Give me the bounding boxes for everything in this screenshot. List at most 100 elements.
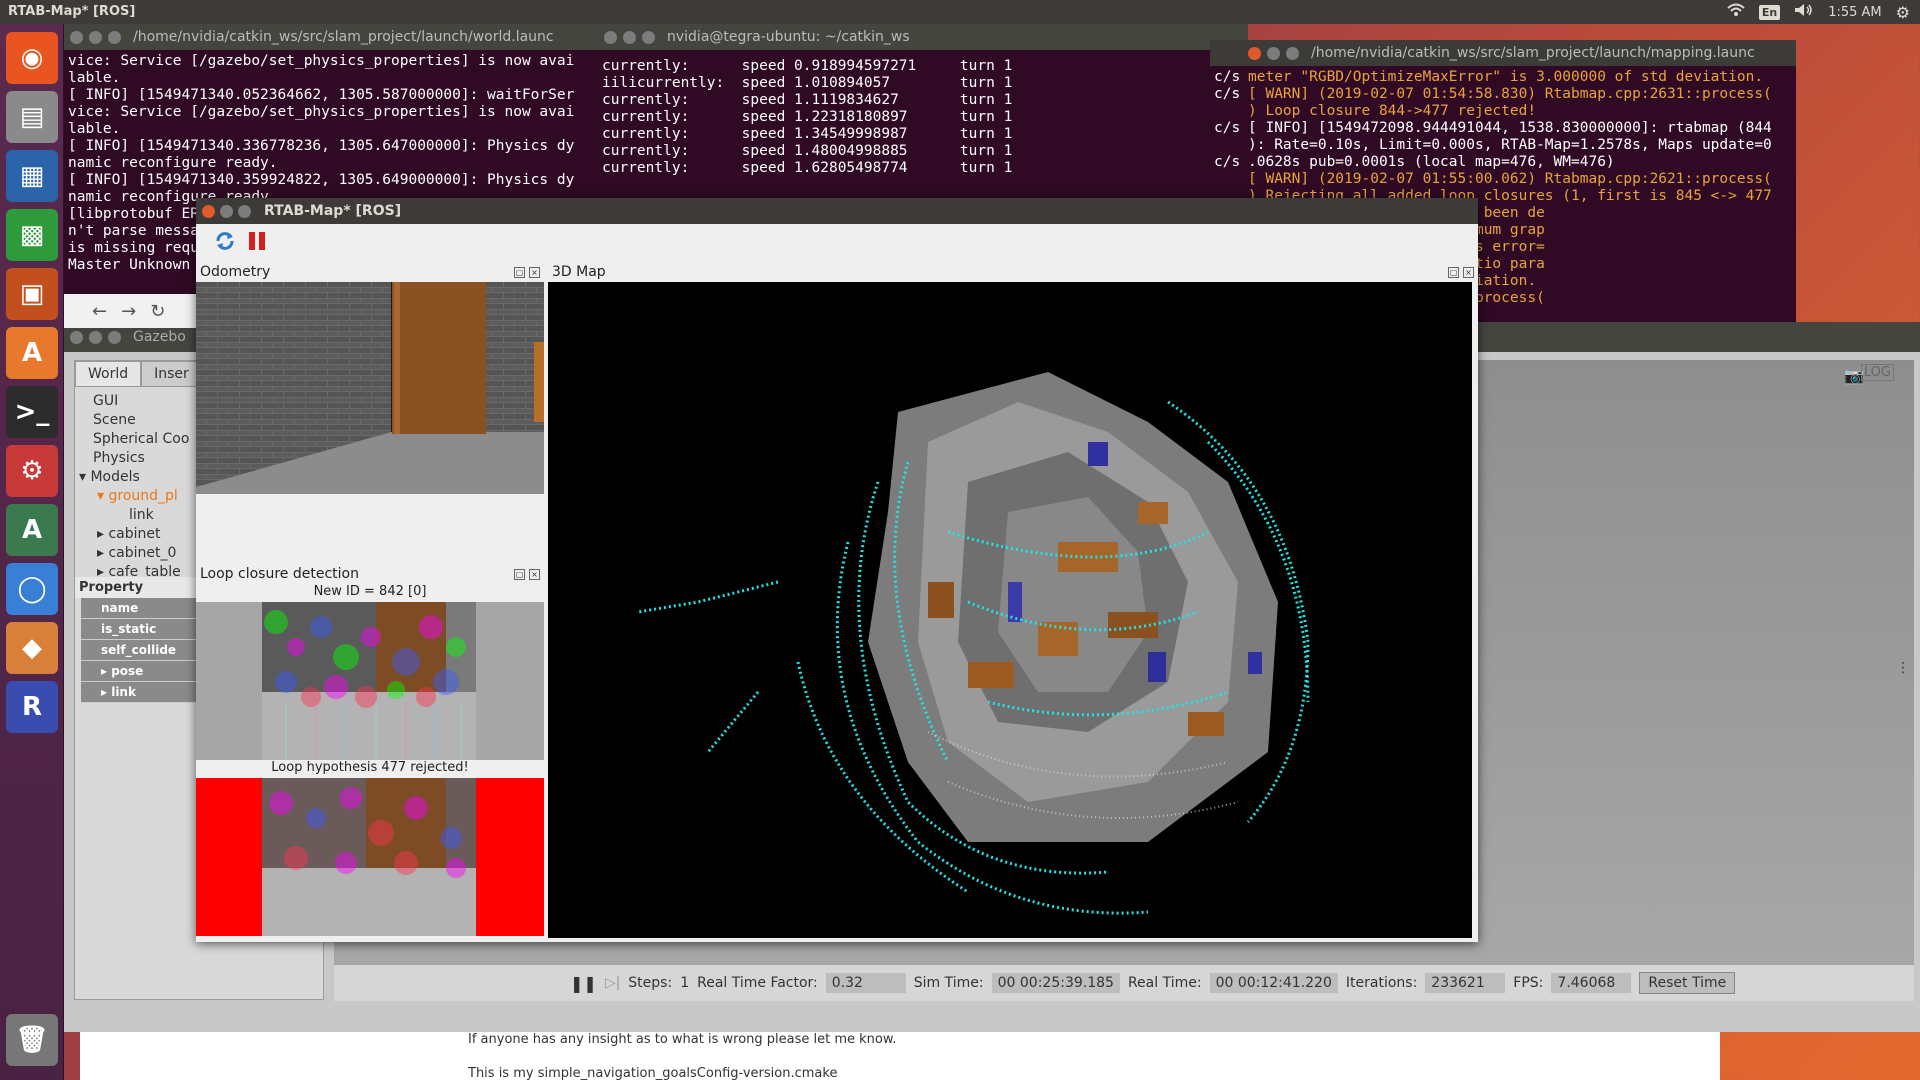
rtabmap-window[interactable]: RTAB-Map* [ROS] Odometry ▢ × Loop closur…	[196, 198, 1478, 942]
clock[interactable]: 1:55 AM	[1828, 5, 1881, 20]
terminal-titlebar[interactable]: nvidia@tegra-ubuntu: ~/catkin_ws	[598, 24, 1248, 50]
wifi-icon[interactable]	[1727, 3, 1745, 21]
loop-closure-dock-title: Loop closure detection	[200, 566, 359, 582]
minimize-icon[interactable]	[220, 204, 233, 218]
rtabmap-title: RTAB-Map* [ROS]	[264, 203, 402, 219]
system-settings-icon[interactable]: ⚙	[6, 445, 58, 497]
back-icon[interactable]: ←	[92, 301, 107, 322]
browser-text-line: If anyone has any insight as to what is …	[468, 1032, 897, 1047]
refresh-icon[interactable]	[214, 230, 236, 256]
software-updater-icon[interactable]: A	[6, 504, 58, 556]
keyboard-layout-indicator[interactable]: En	[1758, 4, 1781, 20]
close-icon[interactable]: ×	[1463, 266, 1474, 278]
iterations-label: Iterations:	[1345, 975, 1418, 991]
ubuntu-dash-icon[interactable]: ◉	[6, 32, 58, 84]
new-id-label: New ID = 842 [0]	[313, 584, 427, 599]
steps-spinner[interactable]: 1	[680, 975, 689, 991]
fps-label: FPS:	[1513, 975, 1544, 991]
terminal-title: /home/nvidia/catkin_ws/src/slam_project/…	[1311, 44, 1755, 61]
sim-time-value: 00 00:25:39.185	[991, 973, 1120, 993]
trash-icon[interactable]: 🗑	[6, 1014, 58, 1066]
map-3d-dock: 3D Map ▢ ×	[548, 262, 1478, 942]
real-time-value: 00 00:12:41.220	[1209, 973, 1338, 993]
minimize-icon[interactable]	[89, 30, 102, 44]
terminal-line: .0628s pub=0.0001s (local map=476, WM=47…	[1248, 154, 1615, 170]
odometry-dock-title: Odometry	[200, 264, 271, 280]
map-3d-dock-title: 3D Map	[552, 264, 606, 280]
loop-closure-dock: Loop closure detection ▢ × New ID = 842 […	[196, 564, 544, 942]
iterations-value: 233621	[1425, 973, 1506, 993]
terminal-output: currently: speed 0.918994597271 turn 1 i…	[602, 58, 1013, 176]
maximize-icon[interactable]	[642, 30, 655, 44]
terminal-title: /home/nvidia/catkin_ws/src/slam_project/…	[133, 28, 554, 45]
maximize-icon[interactable]	[108, 330, 121, 344]
maximize-icon[interactable]	[238, 204, 251, 218]
tab-world[interactable]: World	[75, 361, 142, 387]
loop-hypothesis-label: Loop hypothesis 477 rejected!	[196, 760, 544, 778]
gazebo-title: Gazebo	[133, 329, 186, 345]
active-app-title: RTAB-Map* [ROS]	[8, 4, 136, 19]
maximize-icon[interactable]	[108, 30, 121, 44]
terminal-line: ) Loop closure 844->477 rejected!	[1248, 103, 1537, 119]
tab-insert[interactable]: Inser	[141, 361, 202, 387]
close-icon[interactable]	[70, 330, 83, 344]
odometry-camera-view	[196, 282, 544, 494]
rtf-label: Real Time Factor:	[697, 975, 818, 991]
rtabmap-toolbar	[196, 224, 1478, 262]
pause-icon[interactable]	[246, 230, 268, 256]
volume-icon[interactable]	[1794, 3, 1814, 21]
rtf-value: 0.32	[825, 973, 906, 993]
writer-icon[interactable]: ▦	[6, 150, 58, 202]
virtualbox-icon[interactable]: ◆	[6, 622, 58, 674]
close-icon[interactable]: ×	[529, 568, 540, 580]
close-icon[interactable]	[70, 30, 83, 44]
rstudio-icon[interactable]: R	[6, 681, 58, 733]
close-icon[interactable]	[202, 204, 215, 218]
software-center-icon[interactable]: A	[6, 327, 58, 379]
top-panel: RTAB-Map* [ROS] En 1:55 AM ⚙	[0, 0, 1920, 24]
terminal-line: ): Rate=0.10s, Limit=0.000s, RTAB-Map=1.…	[1248, 137, 1772, 153]
calc-icon[interactable]: ▩	[6, 209, 58, 261]
launcher: ◉ ▤ ▦ ▩ ▣ A >_ ⚙ A ◯ ◆ R 🗑	[0, 24, 64, 1080]
maximize-icon[interactable]	[1286, 46, 1299, 60]
terminal-icon[interactable]: >_	[6, 386, 58, 438]
reset-time-button[interactable]: Reset Time	[1639, 972, 1736, 994]
gear-icon[interactable]: ⚙	[1896, 3, 1910, 22]
terminal-catkin-ws[interactable]: nvidia@tegra-ubuntu: ~/catkin_ws current…	[598, 24, 1248, 204]
steps-label: Steps:	[628, 975, 673, 991]
fps-value: 7.46068	[1551, 973, 1632, 993]
chromium-icon[interactable]: ◯	[6, 563, 58, 615]
float-icon[interactable]: ▢	[1448, 266, 1459, 278]
odometry-dock: Odometry ▢ ×	[196, 262, 544, 494]
close-icon[interactable]: ×	[529, 266, 540, 278]
pause-icon[interactable]: ❚❚	[570, 974, 597, 993]
forward-icon[interactable]: →	[121, 301, 136, 322]
new-image-view	[196, 602, 544, 760]
loop-image-view	[196, 778, 544, 936]
terminal-line: [ WARN] (2019-02-07 01:54:58.830) Rtabma…	[1248, 86, 1772, 102]
panel-handle-icon[interactable]: ⋮	[1896, 660, 1910, 676]
terminal-titlebar[interactable]: /home/nvidia/catkin_ws/src/slam_project/…	[1210, 40, 1796, 66]
gazebo-time-panel: ❚❚ ▷| Steps: 1 Real Time Factor: 0.32 Si…	[334, 965, 1914, 1001]
browser-text-line: This is my simple_navigation_goalsConfig…	[468, 1066, 838, 1080]
terminal-titlebar[interactable]: /home/nvidia/catkin_ws/src/slam_project/…	[64, 24, 604, 50]
browser-page: If anyone has any insight as to what is …	[80, 1032, 1720, 1080]
terminal-title: nvidia@tegra-ubuntu: ~/catkin_ws	[667, 28, 910, 45]
rtabmap-titlebar[interactable]: RTAB-Map* [ROS]	[196, 198, 1478, 224]
log-icon[interactable]: LOG	[1860, 364, 1894, 381]
minimize-icon[interactable]	[1267, 46, 1280, 60]
minimize-icon[interactable]	[623, 30, 636, 44]
float-icon[interactable]: ▢	[514, 568, 525, 580]
files-icon[interactable]: ▤	[6, 91, 58, 143]
minimize-icon[interactable]	[89, 330, 102, 344]
close-icon[interactable]	[604, 30, 617, 44]
terminal-line: [ INFO] [1549472098.944491044, 1538.8300…	[1248, 120, 1772, 136]
reload-icon[interactable]: ↻	[150, 301, 165, 322]
real-time-label: Real Time:	[1127, 975, 1202, 991]
impress-icon[interactable]: ▣	[6, 268, 58, 320]
float-icon[interactable]: ▢	[514, 266, 525, 278]
step-icon[interactable]: ▷|	[605, 975, 620, 991]
close-icon[interactable]	[1248, 46, 1261, 60]
map-3d-view[interactable]	[548, 282, 1472, 938]
terminal-line: [ WARN] (2019-02-07 01:55:00.062) Rtabma…	[1248, 171, 1772, 187]
